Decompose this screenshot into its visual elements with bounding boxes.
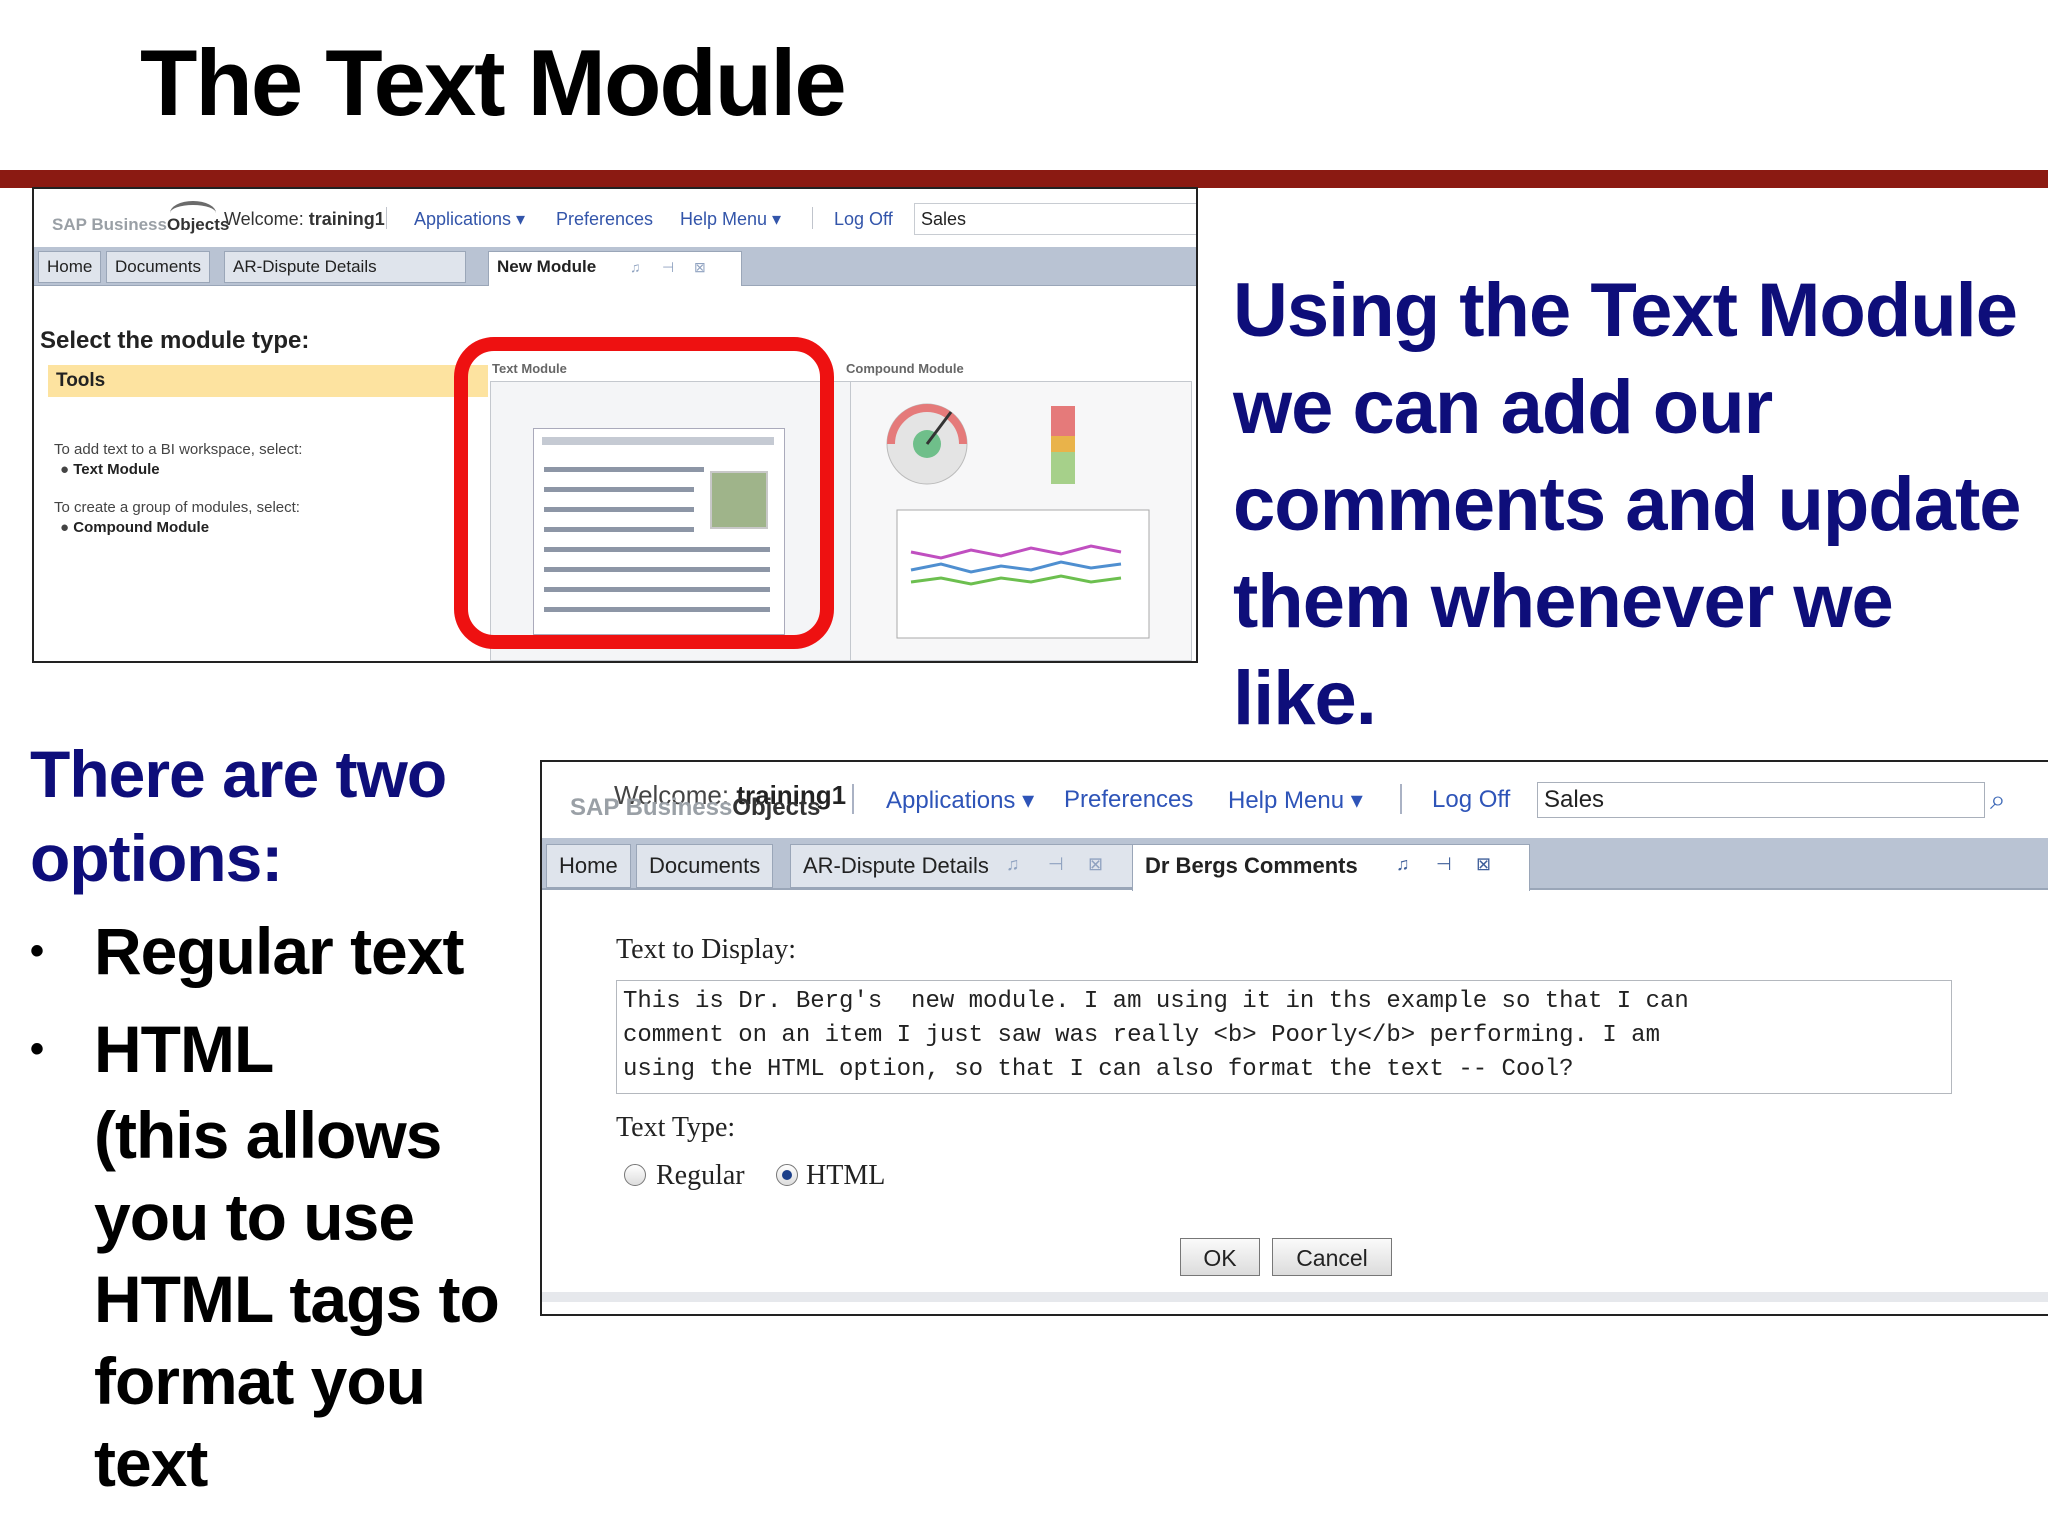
tab-documents[interactable]: Documents: [636, 844, 774, 888]
preferences-link[interactable]: Preferences: [1064, 786, 1193, 814]
close-icon[interactable]: ⊠: [1476, 854, 1491, 875]
tab-label: Dr Bergs Comments: [1145, 853, 1358, 878]
search-input[interactable]: Sales: [914, 203, 1196, 235]
tab-label: AR-Dispute Details: [803, 853, 989, 878]
nav-separator: [852, 784, 854, 814]
portal-header: SAP BusinessObjects Welcome: training1 A…: [34, 189, 1196, 248]
regular-radio[interactable]: [624, 1164, 646, 1186]
horizontal-scrollbar[interactable]: [542, 1292, 2048, 1302]
ok-button[interactable]: OK: [1180, 1238, 1260, 1276]
log-off-link[interactable]: Log Off: [834, 209, 893, 230]
close-icon[interactable]: ⊠: [694, 259, 706, 276]
text-module-hint: To add text to a BI workspace, select:: [54, 441, 303, 458]
tab-home[interactable]: Home: [38, 251, 102, 283]
dock-icon[interactable]: ⊣: [1436, 854, 1452, 875]
html-option-detail: (this allows you to use HTML tags to for…: [94, 1098, 500, 1500]
nav-separator: [812, 207, 813, 229]
sap-logo: SAP BusinessObjects: [52, 201, 229, 235]
slide-title: The Text Module: [140, 30, 847, 135]
text-to-display-label: Text to Display:: [616, 934, 797, 965]
title-divider: [0, 170, 2048, 188]
text-module-option[interactable]: ● Text Module: [60, 461, 160, 478]
tab-bar: Home Documents AR-Dispute Details New Mo…: [34, 247, 1196, 286]
search-input[interactable]: Sales: [1537, 782, 1985, 818]
pin-icon[interactable]: ♫: [630, 259, 641, 275]
tools-header: Tools: [48, 365, 488, 397]
applications-menu[interactable]: Applications ▾: [414, 209, 525, 230]
search-icon[interactable]: ⌕: [1990, 784, 2006, 817]
tab-bar: Home Documents AR-Dispute Details ♫ ⊣ ⊠ …: [542, 838, 2048, 891]
select-module-heading: Select the module type:: [40, 327, 310, 354]
cancel-button[interactable]: Cancel: [1272, 1238, 1392, 1276]
help-menu[interactable]: Help Menu ▾: [1228, 786, 1363, 815]
html-radio-label[interactable]: HTML: [806, 1160, 885, 1192]
nav-separator: [1400, 784, 1402, 814]
preferences-link[interactable]: Preferences: [556, 209, 653, 230]
applications-menu[interactable]: Applications ▾: [886, 786, 1034, 815]
html-radio[interactable]: [776, 1164, 798, 1186]
regular-radio-label[interactable]: Regular: [656, 1160, 745, 1192]
tab-label: AR-Dispute Details: [233, 257, 377, 276]
welcome-text: Welcome: training1: [224, 209, 385, 229]
text-module-editor-screenshot: Welcome: training1 SAP BusinessObjects A…: [540, 760, 2048, 1316]
dock-icon[interactable]: ⊣: [1048, 854, 1064, 875]
tab-home[interactable]: Home: [546, 844, 631, 888]
pin-icon[interactable]: ♫: [1006, 854, 1020, 875]
compound-module-hint: To create a group of modules, select:: [54, 499, 300, 516]
text-type-label: Text Type:: [616, 1112, 736, 1143]
bullet-label: HTML: [94, 1012, 274, 1086]
module-type-screenshot: SAP BusinessObjects Welcome: training1 A…: [32, 187, 1198, 663]
close-icon[interactable]: ⊠: [1088, 854, 1103, 875]
compound-module-label: Compound Module: [846, 361, 964, 376]
tab-ar-dispute-details[interactable]: AR-Dispute Details: [224, 251, 466, 283]
tab-label: New Module: [497, 257, 597, 276]
highlight-circle: [454, 337, 834, 649]
right-caption: Using the Text Module we can add our com…: [1233, 268, 2022, 741]
help-menu[interactable]: Help Menu ▾: [680, 209, 781, 230]
options-intro: There are two options:: [30, 737, 447, 895]
pin-icon[interactable]: ♫: [1396, 854, 1410, 875]
nav-separator: [386, 207, 387, 229]
bullet-dot: •: [30, 929, 44, 973]
chart-thumbnail-icon: [886, 403, 1150, 639]
bullet-label: Regular text: [94, 914, 464, 988]
sap-logo: SAP BusinessObjects: [570, 794, 821, 821]
log-off-link[interactable]: Log Off: [1432, 786, 1510, 814]
portal-header: Welcome: training1 SAP BusinessObjects A…: [542, 762, 2048, 836]
tab-dr-bergs-comments[interactable]: Dr Bergs Comments: [1132, 844, 1530, 891]
text-to-display-input[interactable]: This is Dr. Berg's new module. I am usin…: [616, 980, 1952, 1094]
compound-module-option[interactable]: ● Compound Module: [60, 519, 209, 536]
dock-icon[interactable]: ⊣: [662, 259, 674, 276]
compound-module-preview[interactable]: [850, 381, 1192, 661]
bullet-dot: •: [30, 1027, 44, 1071]
tab-documents[interactable]: Documents: [106, 251, 210, 283]
